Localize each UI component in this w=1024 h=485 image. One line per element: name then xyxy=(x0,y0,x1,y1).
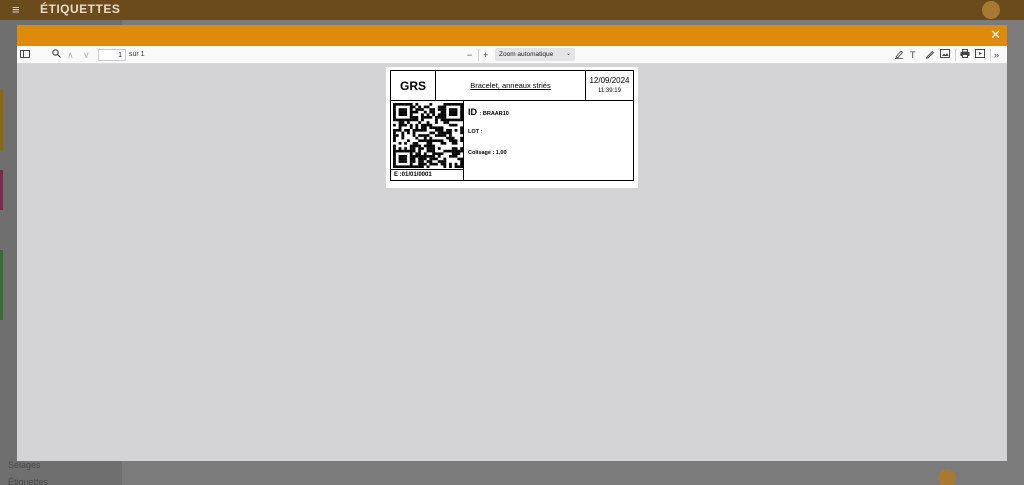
divider xyxy=(478,49,479,61)
label-frame: GRS Bracelet, anneaux striés 12/09/2024 … xyxy=(390,70,634,181)
qr-cell xyxy=(391,101,464,169)
label-title-cell: Bracelet, anneaux striés xyxy=(436,71,586,101)
label-title: Bracelet, anneaux striés xyxy=(470,81,551,90)
page-number-input[interactable] xyxy=(98,49,126,61)
label-colisage: Colisage : 1,00 xyxy=(468,150,507,156)
app-title: ÉTIQUETTES xyxy=(40,2,121,16)
label-lot: LOT : xyxy=(468,129,483,135)
zoom-out-button[interactable]: − xyxy=(467,49,472,61)
sidebar-item-sellages[interactable]: Sélages xyxy=(8,460,41,470)
sidebar-toggle-icon[interactable] xyxy=(20,49,30,61)
zoom-select-value: Zoom automatique xyxy=(499,51,554,58)
page-count: sur 1 xyxy=(129,51,145,58)
chevron-down-icon: ⌄ xyxy=(565,51,571,57)
modal-header: ✕ xyxy=(17,25,1007,46)
label-info: ID : BRAAR10 LOT : Colisage : 1,00 xyxy=(464,101,633,181)
pdf-modal: ✕ ∧ ∨ sur 1 − + Zoom automatique ⌄ T xyxy=(17,25,1007,461)
previous-page-icon[interactable]: ∧ xyxy=(67,49,74,61)
pdf-page: GRS Bracelet, anneaux striés 12/09/2024 … xyxy=(386,67,638,188)
divider xyxy=(990,49,991,61)
draw-icon[interactable] xyxy=(925,49,935,61)
print-icon[interactable] xyxy=(960,49,970,61)
label-id-value: : BRAAR10 xyxy=(479,111,509,117)
label-brand: GRS xyxy=(391,71,436,101)
divider xyxy=(955,49,956,61)
more-tools-icon[interactable]: » xyxy=(994,49,999,61)
label-time: 11:39:19 xyxy=(598,88,621,94)
next-page-icon[interactable]: ∨ xyxy=(83,49,90,61)
sidebar-strip xyxy=(0,250,3,320)
image-icon[interactable] xyxy=(940,49,950,61)
sidebar-item-etiquettes[interactable]: Étiquettes xyxy=(8,477,48,485)
fab-button[interactable] xyxy=(938,469,956,485)
zoom-select[interactable]: Zoom automatique ⌄ xyxy=(495,48,575,61)
sidebar-strip xyxy=(0,170,3,210)
download-icon[interactable] xyxy=(975,49,985,61)
search-icon[interactable] xyxy=(52,49,61,61)
label-date: 12/09/2024 xyxy=(589,76,630,85)
text-tool-icon[interactable]: T xyxy=(910,49,916,61)
app-topbar: ≡ ÉTIQUETTES xyxy=(0,0,1024,20)
avatar[interactable] xyxy=(982,1,1000,19)
close-icon[interactable]: ✕ xyxy=(990,28,1001,42)
menu-icon[interactable]: ≡ xyxy=(12,3,20,16)
zoom-in-button[interactable]: + xyxy=(483,49,488,61)
label-id-label: ID xyxy=(468,107,477,117)
label-id: ID : BRAAR10 xyxy=(468,107,509,117)
sidebar-strip xyxy=(0,90,3,150)
highlight-icon[interactable] xyxy=(894,49,904,61)
pdf-toolbar: ∧ ∨ sur 1 − + Zoom automatique ⌄ T » xyxy=(17,46,1007,64)
qr-code-icon xyxy=(393,103,463,168)
label-code: E :01/01/0001 xyxy=(391,169,464,181)
label-date-cell: 12/09/2024 11:39:19 xyxy=(586,71,633,101)
